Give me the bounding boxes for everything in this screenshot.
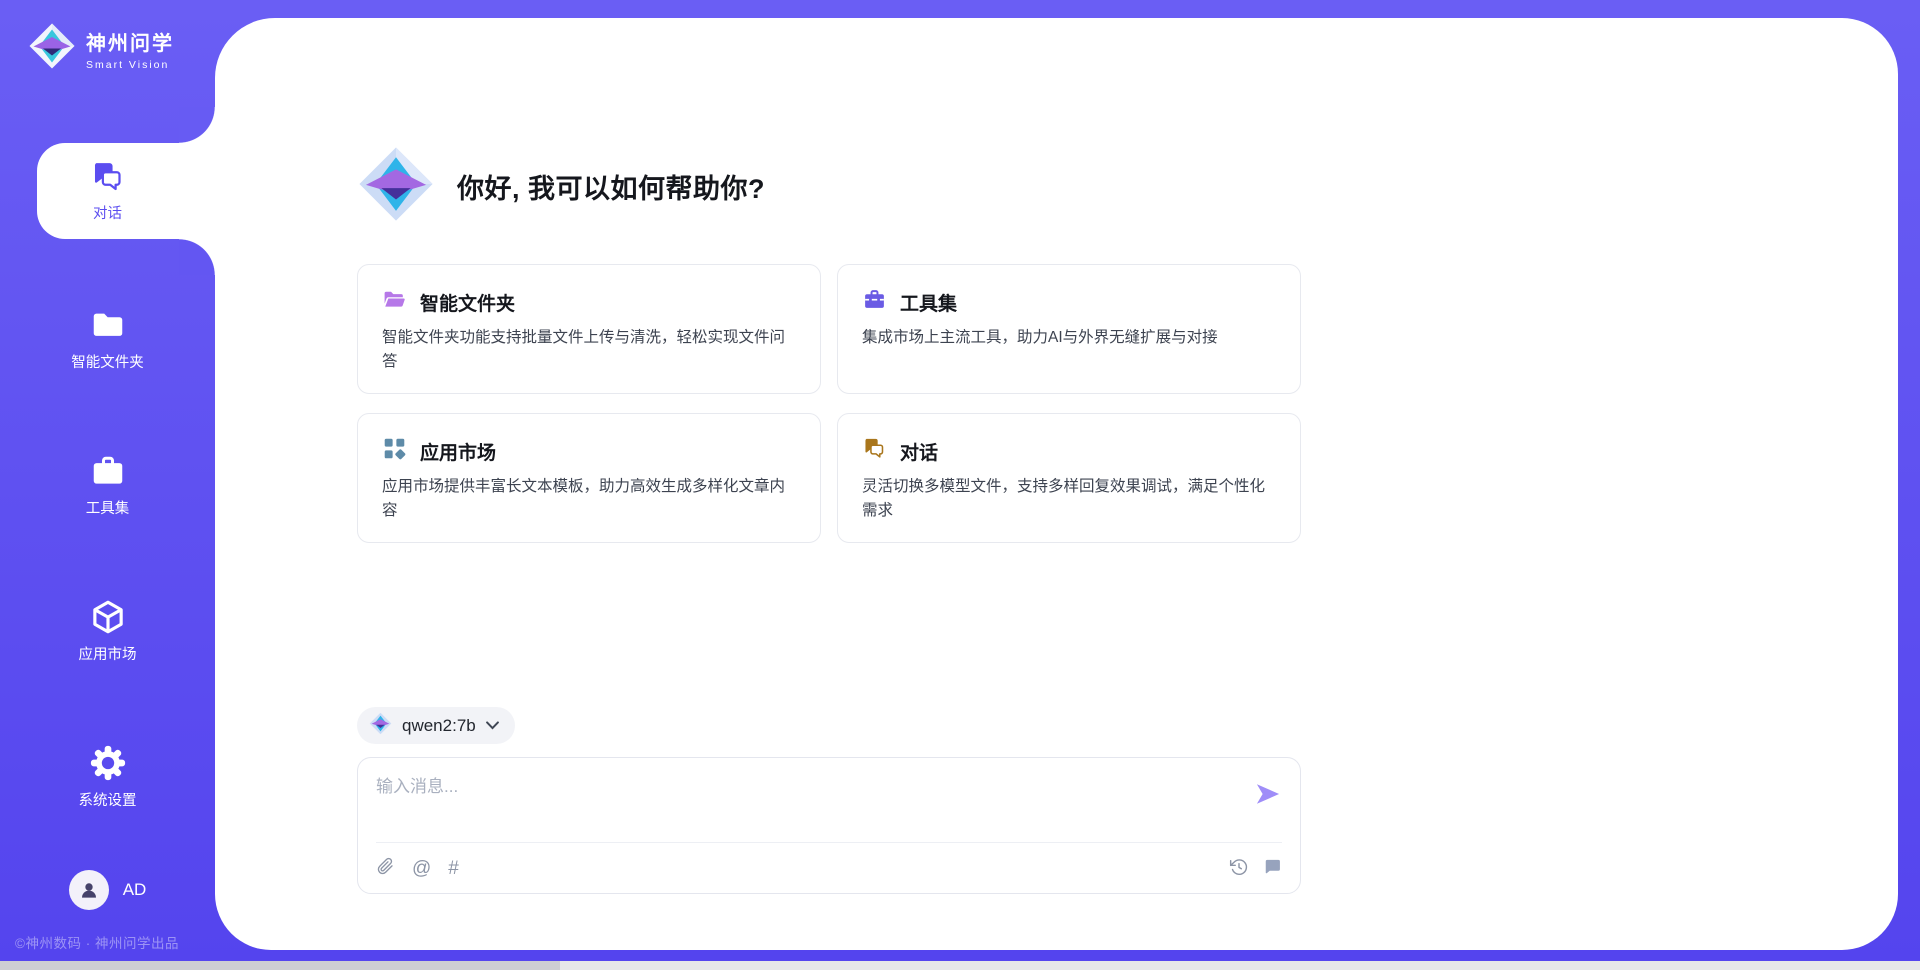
send-button[interactable] xyxy=(1254,780,1282,808)
folder-open-icon xyxy=(382,287,407,317)
card-toolset[interactable]: 工具集 集成市场上主流工具，助力AI与外界无缝扩展与对接 xyxy=(837,264,1301,394)
avatar xyxy=(69,870,109,910)
card-title: 应用市场 xyxy=(420,438,496,465)
card-title: 智能文件夹 xyxy=(420,289,515,316)
app-window: 神州问学 Smart Vision 对话 xyxy=(0,0,1920,970)
card-description: 集成市场上主流工具，助力AI与外界无缝扩展与对接 xyxy=(862,326,1276,350)
gem-logo-icon xyxy=(28,22,76,75)
card-app-market[interactable]: 应用市场 应用市场提供丰富长文本模板，助力高效生成多样化文章内容 xyxy=(357,413,821,543)
chat-square-icon xyxy=(1262,857,1282,880)
sidebar-item-settings[interactable]: 系统设置 xyxy=(0,729,215,825)
model-name: qwen2:7b xyxy=(402,716,476,736)
brand-subtitle: Smart Vision xyxy=(86,59,174,71)
attach-file-button[interactable] xyxy=(376,857,395,879)
greeting: 你好, 我可以如何帮助你? xyxy=(357,145,1301,228)
toolbox-icon xyxy=(862,287,887,317)
sidebar-item-label: 应用市场 xyxy=(79,643,137,664)
gem-hero-icon xyxy=(357,145,435,228)
greeting-title: 你好, 我可以如何帮助你? xyxy=(457,167,765,206)
message-composer: @ # xyxy=(357,757,1301,894)
chat-bubbles-icon xyxy=(862,436,887,466)
sidebar-item-toolset[interactable]: 工具集 xyxy=(0,437,215,533)
sidebar-item-label: 智能文件夹 xyxy=(71,351,144,372)
message-input[interactable] xyxy=(376,772,1254,826)
model-selector[interactable]: qwen2:7b xyxy=(357,707,515,744)
feedback-button[interactable] xyxy=(1262,857,1282,880)
toolbox-icon xyxy=(89,452,127,490)
chevron-down-icon xyxy=(486,717,499,735)
user-name: AD xyxy=(123,880,147,900)
apps-grid-icon xyxy=(382,436,407,466)
sidebar-item-label: 系统设置 xyxy=(79,789,137,810)
hash-icon: # xyxy=(448,859,459,878)
composer-divider xyxy=(376,842,1282,843)
brand-logo: 神州问学 Smart Vision xyxy=(28,22,174,75)
sidebar-item-app-market[interactable]: 应用市场 xyxy=(0,583,215,679)
horizontal-scrollbar[interactable] xyxy=(0,961,1920,970)
paperclip-icon xyxy=(376,857,395,879)
card-title: 工具集 xyxy=(900,289,957,316)
folder-icon xyxy=(89,306,127,344)
sidebar-item-label: 工具集 xyxy=(86,497,130,518)
sidebar-item-label: 对话 xyxy=(93,202,122,223)
sidebar-item-chat[interactable]: 对话 xyxy=(0,143,215,239)
user-profile[interactable]: AD xyxy=(0,870,215,910)
sidebar: 神州问学 Smart Vision 对话 xyxy=(0,0,215,970)
card-title: 对话 xyxy=(900,438,938,465)
brand-name: 神州问学 xyxy=(86,27,174,56)
chat-bubbles-icon xyxy=(90,159,126,195)
card-description: 灵活切换多模型文件，支持多样回复效果调试，满足个性化需求 xyxy=(862,475,1276,523)
scrollbar-thumb[interactable] xyxy=(0,961,560,970)
card-smart-folder[interactable]: 智能文件夹 智能文件夹功能支持批量文件上传与清洗，轻松实现文件问答 xyxy=(357,264,821,394)
at-icon: @ xyxy=(412,859,431,878)
tab-curve-bottom xyxy=(179,239,215,275)
card-chat[interactable]: 对话 灵活切换多模型文件，支持多样回复效果调试，满足个性化需求 xyxy=(837,413,1301,543)
topic-button[interactable]: # xyxy=(448,859,459,878)
main-content: 你好, 我可以如何帮助你? 智能文件夹 智能文件夹功能支持批量文件上传与清洗，轻… xyxy=(357,0,1301,894)
card-description: 智能文件夹功能支持批量文件上传与清洗，轻松实现文件问答 xyxy=(382,326,796,374)
history-button[interactable] xyxy=(1229,857,1249,880)
active-tab-background xyxy=(37,143,215,239)
mention-button[interactable]: @ xyxy=(412,859,431,878)
history-clock-icon xyxy=(1229,857,1249,880)
tab-curve-top xyxy=(179,107,215,143)
cube-icon xyxy=(89,598,127,636)
copyright-text: ©神州数码 · 神州问学出品 xyxy=(15,932,179,952)
gear-icon xyxy=(89,744,127,782)
card-description: 应用市场提供丰富长文本模板，助力高效生成多样化文章内容 xyxy=(382,475,796,523)
sidebar-item-smart-folder[interactable]: 智能文件夹 xyxy=(0,291,215,387)
gem-model-icon xyxy=(369,712,392,740)
feature-cards: 智能文件夹 智能文件夹功能支持批量文件上传与清洗，轻松实现文件问答 工具集 xyxy=(357,264,1301,543)
